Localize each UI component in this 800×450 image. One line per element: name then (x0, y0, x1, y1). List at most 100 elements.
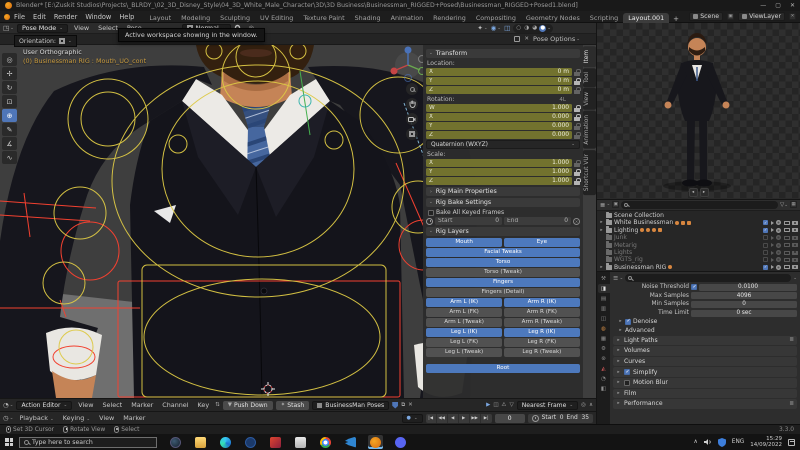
rig-bake-settings-header[interactable]: ⌄ Rig Bake Settings (426, 198, 580, 207)
fcurve-icon[interactable]: ∧ (589, 402, 593, 408)
duplicate-action-icon[interactable]: ⧉ (401, 402, 405, 409)
rig-layer-leg-r-fk[interactable]: Leg R (FK) (504, 338, 580, 347)
tool-breakdowner-icon[interactable]: ∿ (2, 151, 17, 164)
action-editor-mode-dropdown[interactable]: Action Editor⌄ (16, 401, 72, 410)
tool-transform-icon[interactable]: ⊕ (2, 109, 17, 122)
outliner-row-junk[interactable]: Junk (599, 234, 798, 241)
workspace-tab-shading[interactable]: Shading (350, 13, 386, 23)
scale-z-field[interactable]: Z1.000 (426, 177, 572, 185)
noise-threshold-field[interactable]: 0.0100 (699, 284, 797, 291)
prev-keyframe-button[interactable]: ◀◀ (437, 414, 448, 423)
n-panel-tab-view[interactable]: View (583, 88, 596, 110)
menu-render[interactable]: Render (50, 13, 81, 21)
timeline-menu-playback[interactable]: Playback ⌄ (16, 414, 56, 422)
overlays-toggle-icon[interactable]: ◉⌄ (491, 24, 501, 32)
motion-blur-checkbox[interactable] (624, 380, 630, 386)
tab-data[interactable]: ◧ (598, 384, 610, 393)
section-film[interactable]: ▸ Film (613, 389, 797, 399)
lock-icon[interactable] (574, 123, 580, 130)
dope-menu-marker[interactable]: Marker (128, 401, 156, 409)
clear-range-icon[interactable]: ✕ (573, 218, 580, 225)
error-filter-icon[interactable]: ⚠ (502, 402, 507, 408)
scale-y-field[interactable]: Y1.000 (426, 168, 572, 176)
rotation-x-field[interactable]: X0.000 (426, 113, 572, 121)
n-panel-tab-item[interactable]: Item (583, 46, 596, 67)
location-x-field[interactable]: X0 m (426, 68, 572, 76)
pivot-icon[interactable] (514, 36, 520, 42)
tab-view-layer[interactable]: ▥ (598, 304, 610, 313)
location-z-field[interactable]: Z0 m (426, 86, 572, 94)
clear-icon[interactable]: ✕ (524, 36, 529, 42)
maximize-button[interactable]: ▢ (775, 2, 781, 9)
only-selected-filter-icon[interactable]: ▶ (486, 402, 490, 408)
row-toggles[interactable] (763, 257, 798, 262)
menu-window[interactable]: Window (81, 13, 115, 21)
row-toggles[interactable] (763, 220, 798, 225)
shading-rendered-icon[interactable]: ● (539, 25, 546, 32)
noise-threshold-checkbox[interactable] (691, 284, 697, 290)
rig-layer-eye[interactable]: Eye (504, 238, 580, 247)
rotation-w-field[interactable]: W1.000 (426, 104, 572, 112)
transform-panel-header[interactable]: ⌄ Transform (426, 49, 580, 58)
rig-main-properties-header[interactable]: ⌄ Rig Main Properties (426, 187, 580, 196)
advanced-subsection[interactable]: ▸ Advanced (613, 326, 797, 335)
stash-button[interactable]: ✦Stash (276, 401, 310, 410)
next-keyframe-button[interactable]: ▶▶ (470, 414, 481, 423)
menu-help[interactable]: Help (115, 13, 138, 21)
outliner-row-wgts-rig[interactable]: WGTS_rig (599, 256, 798, 263)
simplify-checkbox[interactable] (624, 369, 630, 375)
lock-icon[interactable] (574, 105, 580, 112)
dope-menu-channel[interactable]: Channel (159, 401, 191, 409)
camera-view-icon[interactable] (406, 113, 418, 125)
outliner-row-lighting[interactable]: ▸ Lighting (599, 227, 798, 234)
workspace-tab-layout[interactable]: Layout (144, 13, 176, 23)
section-curves[interactable]: ▸ Curves (613, 357, 797, 367)
viewport-mini-button-1[interactable]: ◂ (689, 188, 698, 197)
gizmo-toggle-icon[interactable]: ✦⌄ (477, 24, 487, 32)
start-frame-field[interactable]: Start 0 (542, 415, 564, 421)
outliner-row-white-businessman[interactable]: ▸ White Businessman (599, 219, 798, 226)
add-workspace-button[interactable]: + (669, 15, 683, 23)
rig-layer-fingers-detail[interactable]: Fingers (Detail) (426, 288, 580, 297)
location-y-field[interactable]: Y0 m (426, 77, 572, 85)
rig-layer-facial-tweaks[interactable]: Facial Tweaks (426, 248, 580, 257)
workspace-tab-uv-editing[interactable]: UV Editing (255, 13, 298, 23)
workspace-tab-texture-paint[interactable]: Texture Paint (298, 13, 349, 23)
properties-editor-type-icon[interactable]: ≡⌄ (613, 274, 623, 282)
rig-layer-arm-r-tweak[interactable]: Arm R (Tweak) (504, 318, 580, 327)
tab-output[interactable]: ▤ (598, 294, 610, 303)
row-toggles[interactable] (763, 265, 798, 270)
preset-icon[interactable]: ≣ (789, 401, 794, 407)
section-light-paths[interactable]: ▸ Light Paths ≣ (613, 336, 797, 346)
bake-end-field[interactable]: End0 (504, 217, 571, 225)
end-frame-field[interactable]: End 35 (567, 415, 589, 421)
auto-keying-button[interactable]: ●⌄ (402, 414, 423, 423)
tab-object[interactable]: ▦ (598, 334, 610, 343)
tray-expand-icon[interactable]: ∧ (694, 439, 698, 445)
workspace-tab-layout-001[interactable]: Layout.001 (623, 13, 669, 23)
notification-center-icon[interactable] (788, 439, 795, 446)
rig-layer-arm-l-fk[interactable]: Arm L (FK) (426, 308, 502, 317)
section-performance[interactable]: ▸ Performance ≣ (613, 399, 797, 409)
file-explorer-icon[interactable] (193, 435, 208, 449)
dope-menu-view[interactable]: View (75, 401, 96, 409)
row-toggles[interactable] (763, 235, 798, 240)
lock-icon[interactable] (574, 132, 580, 139)
play-reverse-button[interactable]: ◀ (448, 414, 459, 423)
n-panel-tab-shortcut[interactable]: Shortcut VUr (583, 150, 596, 195)
rig-layer-mouth[interactable]: Mouth (426, 238, 502, 247)
rotation-y-field[interactable]: Y0.000 (426, 122, 572, 130)
start-button[interactable] (5, 438, 13, 446)
lock-icon[interactable] (574, 87, 580, 94)
properties-search-input[interactable] (625, 274, 791, 282)
rig-layer-leg-l-tweak[interactable]: Leg L (Tweak) (426, 348, 502, 357)
push-down-button[interactable]: ▼Push Down (223, 401, 273, 410)
rig-layer-arm-r-fk[interactable]: Arm R (FK) (504, 308, 580, 317)
outliner-row-metarig[interactable]: Metarig (599, 241, 798, 248)
timeline-editor-type-icon[interactable]: ◷⌄ (3, 414, 13, 422)
mode-selector[interactable]: Pose Mode ⌄ (17, 24, 68, 33)
viewport-mini-button-2[interactable]: ▸ (700, 188, 709, 197)
workspace-tab-animation[interactable]: Animation (386, 13, 429, 23)
workspace-tab-sculpting[interactable]: Sculpting (215, 13, 255, 23)
outliner-search-input[interactable] (621, 201, 778, 209)
